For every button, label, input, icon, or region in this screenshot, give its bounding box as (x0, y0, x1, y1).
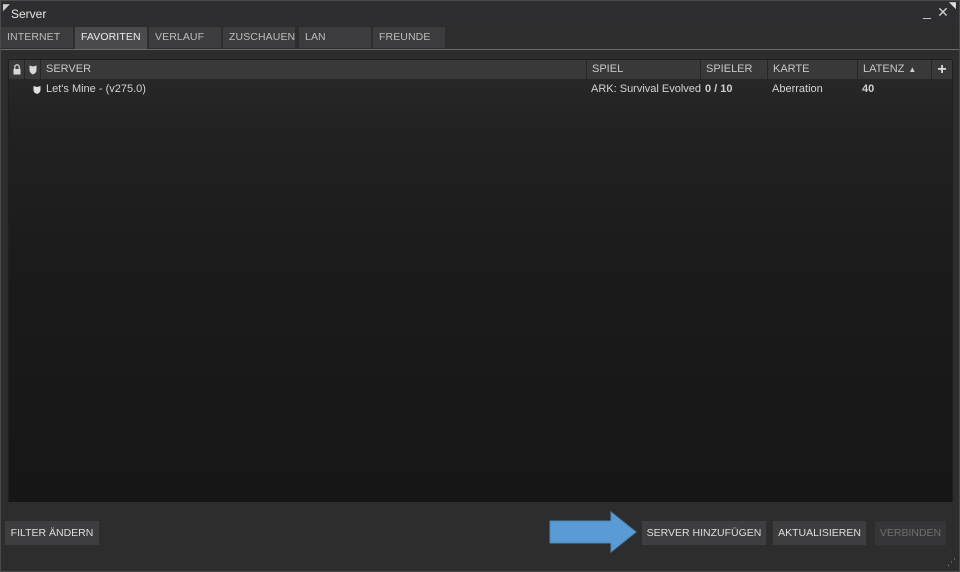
add-server-button[interactable]: SERVER HINZUFÜGEN (642, 521, 766, 545)
tab-lan[interactable]: LAN (299, 27, 371, 48)
shield-icon (29, 65, 37, 75)
game-cell: ARK: Survival Evolved (591, 83, 701, 95)
column-game[interactable]: SPIEL (587, 60, 701, 79)
resize-grip-icon[interactable]: ◥ (949, 1, 959, 11)
column-vac[interactable] (25, 60, 41, 79)
column-latency[interactable]: LATENZ ▲ (858, 60, 932, 79)
resize-grip-icon[interactable]: ⋰ (947, 557, 957, 567)
map-cell: Aberration (772, 83, 823, 95)
sort-ascending-icon: ▲ (908, 65, 917, 74)
shield-icon (33, 86, 41, 94)
add-column-button[interactable]: + (933, 61, 951, 78)
window-title: Server (11, 7, 47, 21)
server-name-cell: Let's Mine - (v275.0) (46, 83, 146, 95)
tab-zuschauen[interactable]: ZUSCHAUEN (223, 27, 295, 48)
column-server[interactable]: SERVER (41, 60, 587, 79)
column-players[interactable]: SPIELER (701, 60, 768, 79)
resize-grip-icon[interactable]: ◤ (3, 3, 11, 12)
change-filter-button[interactable]: FILTER ÄNDERN (5, 521, 99, 545)
tab-internet[interactable]: INTERNET (1, 27, 73, 48)
column-map[interactable]: KARTE (768, 60, 858, 79)
refresh-button[interactable]: AKTUALISIEREN (773, 521, 866, 545)
connect-button[interactable]: VERBINDEN (875, 521, 946, 545)
secure-server-cell (30, 80, 44, 98)
server-list[interactable]: SERVER SPIEL SPIELER KARTE LATENZ ▲ + Let… (8, 59, 953, 503)
annotation-arrow-icon (549, 511, 637, 553)
table-row[interactable]: Let's Mine - (v275.0) ARK: Survival Evol… (9, 80, 952, 98)
tab-bar: INTERNET FAVORITEN VERLAUF ZUSCHAUEN LAN… (1, 26, 959, 50)
column-lock[interactable] (9, 60, 25, 79)
tab-favoriten[interactable]: FAVORITEN (75, 27, 147, 49)
server-browser-window: ◤ Server _ ✕ ◥ INTERNET FAVORITEN VERLAU… (0, 0, 960, 572)
title-bar[interactable]: ◤ Server _ ✕ ◥ (1, 1, 959, 25)
players-cell: 0 / 10 (705, 83, 733, 95)
tab-verlauf[interactable]: VERLAUF (149, 27, 221, 48)
lock-icon (13, 64, 21, 75)
column-latency-label: LATENZ (863, 63, 905, 75)
column-header-row: SERVER SPIEL SPIELER KARTE LATENZ ▲ + (9, 60, 952, 79)
tab-freunde[interactable]: FREUNDE (373, 27, 445, 48)
minimize-button[interactable]: _ (919, 3, 935, 19)
latency-cell: 40 (862, 83, 875, 95)
